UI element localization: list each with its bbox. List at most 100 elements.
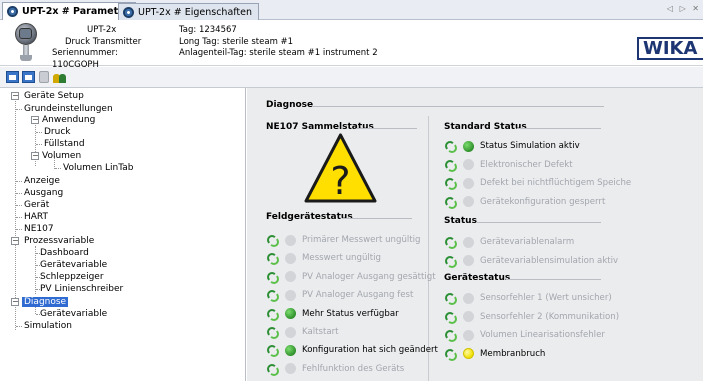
tab-bar: UPT-2x # Parameter UPT-2x # Eigenschafte… [0, 0, 703, 20]
tab-eigenschaften-label: UPT-2x # Eigenschaften [138, 6, 253, 18]
tree-item-simulation[interactable]: Simulation [12, 320, 72, 332]
device-model: UPT-2x [87, 25, 117, 35]
status-row: Volumen Linearisationsfehler [444, 328, 605, 343]
status-led-icon [285, 234, 296, 246]
device-tab-icon [7, 6, 18, 17]
refresh-icon[interactable] [444, 292, 457, 305]
refresh-icon[interactable] [444, 255, 457, 268]
refresh-icon[interactable] [266, 326, 279, 339]
window-view-icon[interactable] [6, 71, 19, 83]
refresh-icon[interactable] [444, 329, 457, 343]
collapse-volumen-icon[interactable]: − [31, 152, 39, 160]
tree-item-druck[interactable]: Druck [44, 126, 71, 138]
navigation-tree: − Geräte Setup Grundeinstellungen − Anwe… [0, 88, 246, 381]
tree-item-prozessvariable[interactable]: Prozessvariable [12, 235, 94, 247]
tree-item-volumen-lintab[interactable]: Volumen LinTab [63, 162, 134, 174]
status-led-icon [463, 236, 474, 248]
refresh-icon[interactable] [266, 308, 279, 321]
status-label: Kaltstart [302, 327, 339, 337]
status-row: Konfiguration hat sich geändert [266, 343, 438, 358]
status-row: Fehlfunktion des Geräts [266, 362, 404, 376]
status-row: Elektronischer Defekt [444, 158, 573, 172]
tree-item-ausgang[interactable]: Ausgang [24, 187, 63, 199]
tree-item-geraetevariable[interactable]: Gerätevariable [40, 259, 107, 271]
tree-item-hart[interactable]: HART [24, 211, 48, 223]
status-label: Gerätevariablenalarm [480, 237, 575, 247]
ne107-title: NE107 Sammelstatus [266, 122, 374, 132]
refresh-icon[interactable] [444, 236, 457, 249]
users-icon[interactable] [53, 71, 68, 83]
status-row: Gerätekonfiguration gesperrt [444, 195, 605, 209]
tab-eigenschaften[interactable]: UPT-2x # Eigenschaften [118, 3, 260, 20]
refresh-icon[interactable] [444, 311, 457, 324]
refresh-icon[interactable] [444, 177, 457, 191]
toolbar [0, 67, 703, 88]
refresh-icon[interactable] [444, 159, 457, 172]
status-row: Membranbruch [444, 347, 545, 361]
status-label: Gerätevariablensimulation aktiv [480, 255, 619, 266]
serial-label: Seriennummer: [52, 48, 118, 58]
status-led-icon [285, 289, 296, 301]
refresh-icon[interactable] [266, 234, 279, 247]
device-plant-tag: Anlagenteil-Tag: sterile steam #1 instru… [179, 48, 378, 58]
tree-item-dashboard[interactable]: Dashboard [40, 247, 89, 259]
standard-status-title: Standard Status [444, 122, 527, 132]
refresh-icon[interactable] [266, 289, 279, 303]
device-info: UPT-2x Druck Transmitter Seriennummer: 1… [52, 25, 165, 71]
device-type: Druck Transmitter [65, 36, 142, 47]
document-icon[interactable] [39, 71, 49, 83]
status-led-icon [285, 308, 296, 320]
tree-item-diagnose[interactable]: Diagnose [22, 296, 69, 308]
status-led-icon [463, 329, 474, 341]
status-label: Membranbruch [480, 348, 546, 359]
status-label: PV Analoger Ausgang gesättigt [302, 271, 436, 282]
refresh-icon[interactable] [266, 252, 279, 266]
status-label: Volumen Linearisationsfehler [480, 330, 605, 341]
tree-item-diagnose-geraetevariable[interactable]: Gerätevariable [40, 308, 107, 320]
tree-item-fuellstand[interactable]: Füllstand [44, 138, 85, 150]
tree-item-geraet[interactable]: Gerät [24, 199, 49, 211]
status-label: Primärer Messwert ungültig [302, 235, 421, 245]
status-led-icon [285, 326, 296, 338]
status-row: PV Analoger Ausgang fest [266, 288, 414, 303]
status-label: Konfiguration hat sich geändert [302, 345, 438, 356]
status-label: Fehlfunktion des Geräts [302, 363, 405, 374]
status-row: PV Analoger Ausgang gesättigt [266, 270, 436, 284]
refresh-icon[interactable] [444, 348, 457, 361]
wika-logo: WIKA [637, 37, 703, 60]
tree-item-ne107[interactable]: NE107 [24, 223, 54, 235]
field-status-title: Feldgerätestatus [266, 212, 353, 222]
status-led-icon [463, 292, 474, 304]
status-led-icon [463, 311, 474, 323]
status-label: Elektronischer Defekt [480, 159, 573, 170]
status-row: Mehr Status verfügbar [266, 307, 399, 321]
refresh-icon[interactable] [266, 363, 279, 376]
refresh-icon[interactable] [444, 196, 457, 209]
status-led-icon [463, 159, 474, 171]
tree-item-anzeige[interactable]: Anzeige [24, 175, 60, 187]
status-led-icon [463, 140, 474, 152]
tree-item-schleppzeiger[interactable]: Schleppzeiger [40, 271, 104, 283]
status-led-icon [285, 363, 296, 375]
tree-item-geraete-setup[interactable]: Geräte Setup [12, 90, 84, 102]
refresh-icon[interactable] [266, 344, 279, 358]
page-title: Diagnose [266, 100, 314, 110]
status-row: Messwert ungültig [266, 251, 381, 266]
status-led-icon [463, 255, 474, 267]
status-label: PV Analoger Ausgang fest [302, 290, 414, 301]
tab-parameter[interactable]: UPT-2x # Parameter [2, 2, 137, 20]
collapse-anwendung-icon[interactable]: − [31, 116, 39, 124]
collapse-diagnose-icon[interactable]: − [11, 298, 19, 306]
tree-item-volumen[interactable]: Volumen [42, 150, 81, 162]
tab-nav-arrows[interactable]: ◁ ▷ ✕ [667, 4, 701, 13]
window-view-alt-icon[interactable] [22, 71, 35, 83]
refresh-icon[interactable] [266, 271, 279, 284]
refresh-icon[interactable] [444, 140, 457, 153]
status-led-icon [285, 271, 296, 283]
status-row: Defekt bei nichtflüchtigem Speiche [444, 176, 631, 191]
device-tag: Tag: 1234567 [179, 25, 237, 35]
warning-icon: ? [304, 133, 377, 203]
tree-item-pv-linienschreiber[interactable]: PV Linienschreiber [40, 283, 123, 295]
tree-item-anwendung[interactable]: Anwendung [42, 114, 95, 126]
status-label: Mehr Status verfügbar [302, 308, 399, 319]
